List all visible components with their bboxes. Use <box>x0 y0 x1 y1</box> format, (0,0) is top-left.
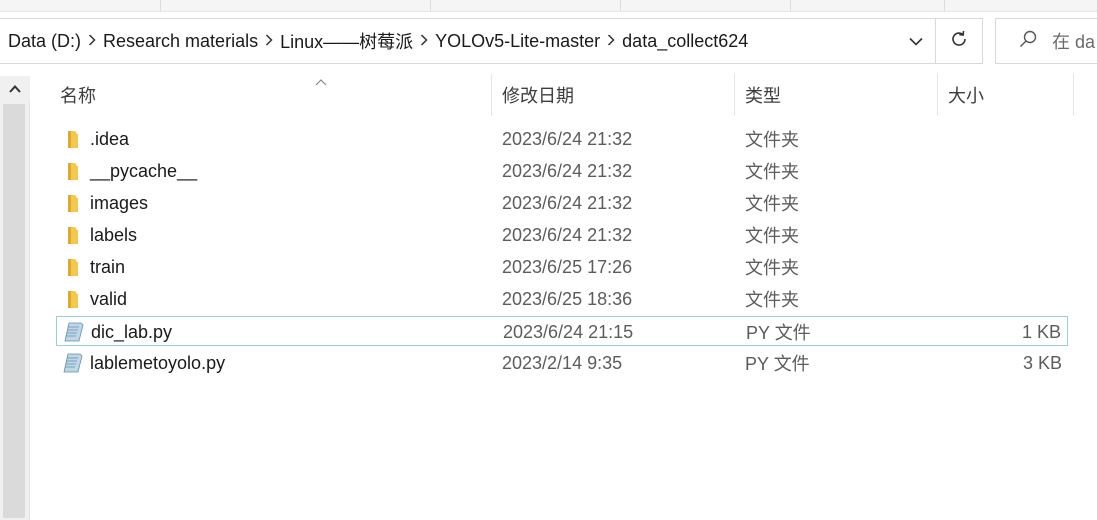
file-type: PY 文件 <box>745 354 810 374</box>
chevron-down-icon <box>909 33 923 51</box>
file-modified-date: 2023/6/24 21:32 <box>502 224 633 245</box>
file-type: 文件夹 <box>745 290 799 310</box>
file-size <box>962 220 1062 250</box>
column-header-name[interactable]: 名称 <box>50 74 492 116</box>
file-modified-date: 2023/6/25 18:36 <box>502 288 633 309</box>
file-size <box>962 124 1062 154</box>
file-size: 1 KB <box>1021 321 1061 342</box>
file-type: 文件夹 <box>745 258 799 278</box>
ribbon-divider <box>944 0 945 11</box>
column-header-type[interactable]: 类型 <box>735 74 938 116</box>
file-type: 文件夹 <box>745 162 799 182</box>
file-row[interactable]: images 2023/6/24 21:32 文件夹 <box>56 188 1068 218</box>
address-bar-row: Data (D:) Research materials Linux——树莓派 … <box>0 12 1097 70</box>
file-size <box>962 156 1062 186</box>
file-size: 3 KB <box>1022 352 1062 373</box>
chevron-right-icon[interactable] <box>258 33 280 49</box>
breadcrumb-current[interactable]: data_collect624 <box>622 31 748 52</box>
breadcrumb-drive[interactable]: Data (D:) <box>8 31 81 52</box>
file-type: PY 文件 <box>746 323 811 343</box>
file-modified-date: 2023/6/24 21:32 <box>502 192 633 213</box>
file-size <box>962 188 1062 218</box>
file-modified-date: 2023/6/25 17:26 <box>502 256 633 277</box>
file-row[interactable]: lablemetoyolo.py 2023/2/14 9:35 PY 文件 3 KB <box>56 348 1068 378</box>
folder-icon <box>62 192 84 214</box>
file-row[interactable]: dic_lab.py 2023/6/24 21:15 PY 文件 1 KB <box>56 316 1068 346</box>
search-icon <box>1018 29 1038 54</box>
file-size <box>962 284 1062 314</box>
file-name: labels <box>90 224 138 245</box>
refresh-icon <box>949 29 969 54</box>
chevron-right-icon[interactable] <box>81 33 103 49</box>
file-type: 文件夹 <box>745 226 799 246</box>
column-header-date[interactable]: 修改日期 <box>492 74 735 116</box>
ribbon-divider <box>620 0 621 11</box>
file-row[interactable]: .idea 2023/6/24 21:32 文件夹 <box>56 124 1068 154</box>
folder-icon <box>62 128 84 150</box>
file-name: valid <box>90 288 128 309</box>
file-modified-date: 2023/2/14 9:35 <box>502 352 623 373</box>
ribbon-strip <box>0 0 1097 12</box>
breadcrumb-folder[interactable]: Linux——树莓派 <box>280 28 413 54</box>
breadcrumb-folder[interactable]: YOLOv5-Lite-master <box>435 31 600 52</box>
folder-icon <box>62 288 84 310</box>
file-name: train <box>90 256 126 277</box>
python-file-icon <box>63 321 85 343</box>
file-name: .idea <box>90 128 130 149</box>
address-bar[interactable]: Data (D:) Research materials Linux——树莓派 … <box>0 18 936 64</box>
file-type: 文件夹 <box>745 194 799 214</box>
address-history-dropdown[interactable] <box>903 29 929 55</box>
folder-icon <box>62 256 84 278</box>
folder-icon <box>62 224 84 246</box>
file-row[interactable]: train 2023/6/25 17:26 文件夹 <box>56 252 1068 282</box>
folder-icon <box>62 160 84 182</box>
file-type: 文件夹 <box>745 130 799 150</box>
ribbon-divider <box>430 0 431 11</box>
scroll-up-button[interactable] <box>0 76 30 102</box>
file-name: images <box>90 192 149 213</box>
file-row[interactable]: __pycache__ 2023/6/24 21:32 文件夹 <box>56 156 1068 186</box>
file-name: dic_lab.py <box>91 321 173 342</box>
file-name: lablemetoyolo.py <box>90 352 226 373</box>
search-input[interactable]: 在 da <box>1052 28 1095 54</box>
breadcrumb-folder[interactable]: Research materials <box>103 31 258 52</box>
file-size <box>962 252 1062 282</box>
file-row[interactable]: valid 2023/6/25 18:36 文件夹 <box>56 284 1068 314</box>
file-modified-date: 2023/6/24 21:32 <box>502 128 633 149</box>
python-file-icon <box>62 352 84 374</box>
column-header-row: 名称 修改日期 类型 大小 <box>50 74 1097 116</box>
file-row[interactable]: labels 2023/6/24 21:32 文件夹 <box>56 220 1068 250</box>
scrollbar-thumb[interactable] <box>3 104 25 518</box>
column-header-size[interactable]: 大小 <box>938 74 1074 116</box>
chevron-right-icon[interactable] <box>413 33 435 49</box>
search-box[interactable]: 在 da <box>995 18 1097 64</box>
file-name: __pycache__ <box>90 160 198 181</box>
refresh-button[interactable] <box>936 18 983 64</box>
file-modified-date: 2023/6/24 21:32 <box>502 160 633 181</box>
file-modified-date: 2023/6/24 21:15 <box>503 321 634 342</box>
chevron-right-icon[interactable] <box>600 33 622 49</box>
ribbon-divider <box>790 0 791 11</box>
chevron-up-icon <box>9 80 21 98</box>
ribbon-divider <box>160 0 161 11</box>
